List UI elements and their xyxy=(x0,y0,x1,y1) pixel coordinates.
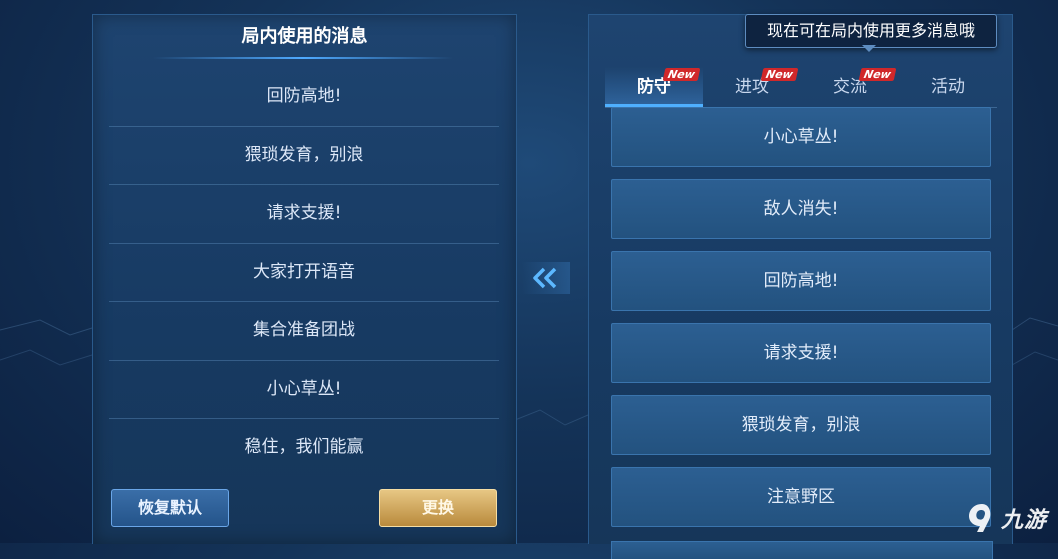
title-underline xyxy=(153,57,453,59)
message-library-panel: 防守 New 进攻 New 交流 New 活动 小心草丛! 敌人消失! 回防高地… xyxy=(588,14,1013,559)
message-option[interactable]: 请求支援! xyxy=(611,323,991,383)
tab-label: 活动 xyxy=(931,77,965,97)
message-option[interactable]: 回防高地! xyxy=(611,251,991,311)
tab-defense[interactable]: 防守 New xyxy=(605,67,703,107)
message-item[interactable]: 回防高地! xyxy=(109,68,499,127)
nine-game-logo-icon xyxy=(969,504,991,532)
tab-events[interactable]: 活动 xyxy=(899,67,997,107)
message-option-partial[interactable] xyxy=(611,541,993,559)
message-item[interactable]: 猥琐发育，别浪 xyxy=(109,127,499,185)
message-option[interactable]: 小心草丛! xyxy=(611,107,991,167)
category-tabs: 防守 New 进攻 New 交流 New 活动 xyxy=(605,67,997,108)
tab-communication[interactable]: 交流 New xyxy=(801,67,899,107)
watermark-logo: 九游 xyxy=(965,496,1055,540)
message-item[interactable]: 大家打开语音 xyxy=(109,244,499,302)
message-option[interactable]: 猥琐发育，别浪 xyxy=(611,395,991,455)
restore-default-button[interactable]: 恢复默认 xyxy=(111,489,229,527)
panel-title: 局内使用的消息 xyxy=(241,26,368,47)
message-item[interactable]: 请求支援! xyxy=(109,185,499,244)
in-game-messages-panel: 局内使用的消息 回防高地! 猥琐发育，别浪 请求支援! 大家打开语音 集合准备团… xyxy=(92,14,517,544)
tab-attack[interactable]: 进攻 New xyxy=(703,67,801,107)
message-item[interactable]: 稳住，我们能赢 xyxy=(109,419,499,477)
message-item[interactable]: 集合准备团战 xyxy=(109,302,499,361)
new-badge: New xyxy=(760,68,799,81)
double-chevron-left-icon xyxy=(533,267,557,289)
tooltip-pointer xyxy=(862,45,876,52)
hint-tooltip: 现在可在局内使用更多消息哦 xyxy=(745,14,997,48)
option-list: 小心草丛! 敌人消失! 回防高地! 请求支援! 猥琐发育，别浪 注意野区 xyxy=(611,107,991,539)
new-badge: New xyxy=(662,68,701,81)
message-list: 回防高地! 猥琐发育，别浪 请求支援! 大家打开语音 集合准备团战 小心草丛! … xyxy=(109,68,499,477)
message-item[interactable]: 小心草丛! xyxy=(109,361,499,419)
watermark-text: 九游 xyxy=(1001,508,1048,533)
new-badge: New xyxy=(858,68,897,81)
message-option[interactable]: 敌人消失! xyxy=(611,179,991,239)
replace-button[interactable]: 更换 xyxy=(379,489,497,527)
message-option[interactable]: 注意野区 xyxy=(611,467,991,527)
swap-arrow-button[interactable] xyxy=(522,262,570,294)
